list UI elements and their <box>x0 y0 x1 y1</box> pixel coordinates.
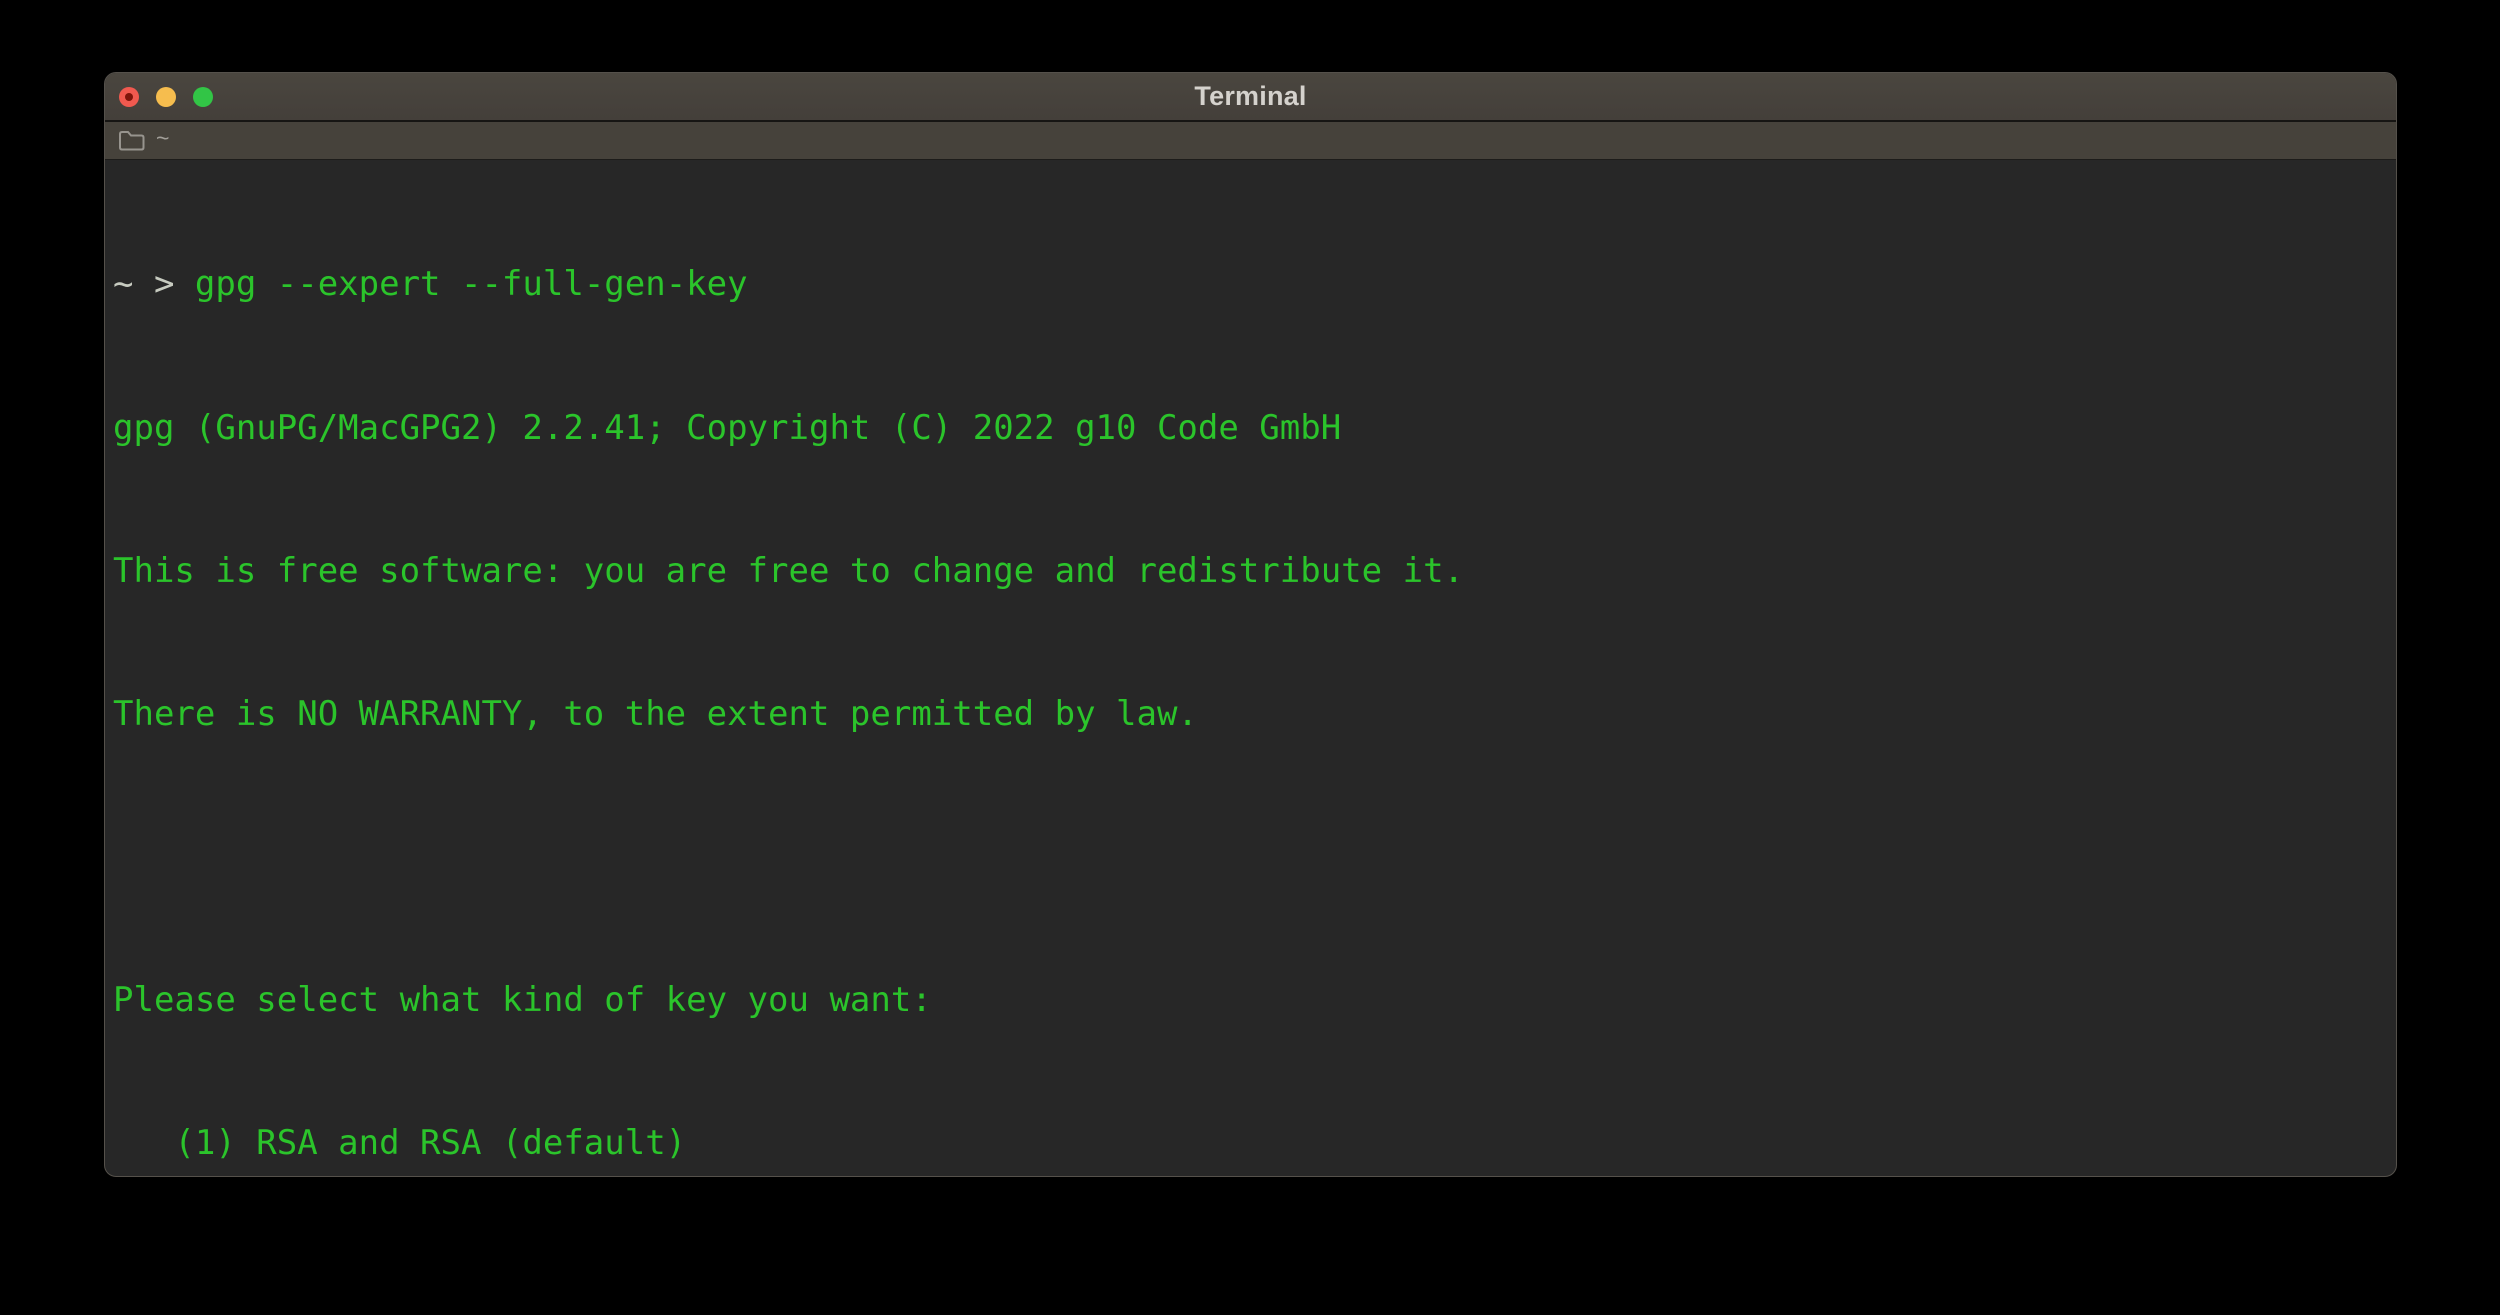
traffic-light-buttons <box>119 87 213 107</box>
terminal-line <box>113 834 2396 882</box>
folder-icon <box>118 129 145 152</box>
tab-home-directory[interactable]: ~ <box>118 122 169 159</box>
desktop-background: Terminal ~ ~ > gpg --expert --full-gen-k… <box>0 0 2500 1315</box>
window-title-bar[interactable]: Terminal <box>105 73 2396 122</box>
terminal-line: This is free software: you are free to c… <box>113 548 2396 596</box>
terminal-content[interactable]: ~ > gpg --expert --full-gen-key gpg (Gnu… <box>105 160 2396 1175</box>
terminal-window: Terminal ~ ~ > gpg --expert --full-gen-k… <box>104 72 2397 1177</box>
terminal-line: There is NO WARRANTY, to the extent perm… <box>113 691 2396 739</box>
minimize-button[interactable] <box>156 87 176 107</box>
terminal-line: (1) RSA and RSA (default) <box>113 1120 2396 1168</box>
command-text: gpg --expert --full-gen-key <box>195 264 748 304</box>
close-button[interactable] <box>119 87 139 107</box>
command-line: ~ > gpg --expert --full-gen-key <box>113 261 2396 309</box>
window-title: Terminal <box>1194 81 1306 112</box>
zoom-button[interactable] <box>193 87 213 107</box>
terminal-line: gpg (GnuPG/MacGPG2) 2.2.41; Copyright (C… <box>113 405 2396 453</box>
tab-label: ~ <box>156 125 169 152</box>
terminal-line: Please select what kind of key you want: <box>113 977 2396 1025</box>
tab-bar: ~ <box>105 122 2396 160</box>
shell-prompt: ~ > <box>113 264 195 304</box>
